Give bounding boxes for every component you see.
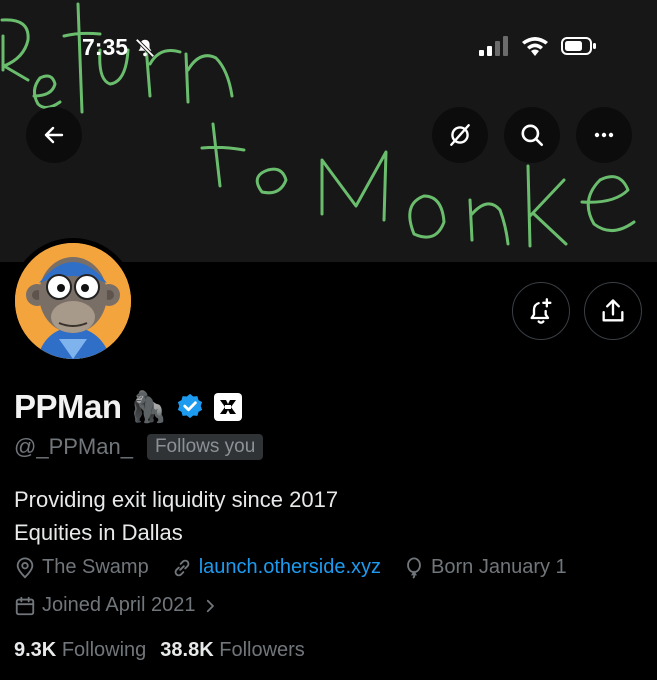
following-count: 9.3K: [14, 639, 57, 661]
location-text: The Swamp: [42, 556, 149, 578]
share-icon: [602, 299, 624, 322]
search-icon: [521, 124, 544, 147]
balloon-icon: [407, 556, 421, 579]
profile-name-row: PPMan 🦍: [14, 388, 243, 426]
battery-icon: [561, 37, 596, 55]
status-indicators: [479, 36, 597, 56]
joined-item[interactable]: Joined April 2021: [14, 594, 219, 617]
joined-text: Joined April 2021: [42, 594, 196, 616]
following-stat[interactable]: 9.3K Following: [14, 639, 146, 662]
follow-stats: 9.3K Following 38.8K Followers: [14, 639, 305, 662]
followers-count: 38.8K: [160, 639, 214, 661]
birthday-text: Born January 1: [431, 556, 567, 578]
display-name: PPMan: [14, 388, 122, 425]
link-icon: [174, 559, 190, 576]
following-label: Following: [61, 639, 147, 661]
bio-line: Providing exit liquidity since 2017: [14, 487, 339, 512]
more-button[interactable]: [576, 107, 632, 163]
wifi-icon: [522, 37, 548, 56]
chevron-right-icon: [207, 599, 215, 612]
location-item: The Swamp: [14, 556, 149, 579]
share-button[interactable]: [584, 282, 642, 340]
location-icon: [16, 557, 34, 578]
back-button[interactable]: [26, 107, 82, 163]
signal-icon: [479, 36, 508, 56]
followers-label: Followers: [219, 639, 305, 661]
silent-bell-icon: [135, 37, 155, 58]
avatar[interactable]: [10, 238, 136, 364]
followers-stat[interactable]: 38.8K Followers: [160, 639, 305, 662]
birthday-item: Born January 1: [403, 556, 567, 579]
back-arrow-icon: [44, 126, 64, 144]
website-item[interactable]: launch.otherside.xyz: [171, 556, 381, 579]
affiliate-icon[interactable]: [213, 392, 243, 422]
bio: Providing exit liquidity since 2017 Equi…: [14, 483, 338, 549]
notification-button[interactable]: [512, 282, 570, 340]
website-link[interactable]: launch.otherside.xyz: [199, 556, 381, 579]
search-button[interactable]: [504, 107, 560, 163]
grok-icon: [450, 124, 470, 146]
grok-button[interactable]: [432, 107, 488, 163]
calendar-icon: [15, 596, 35, 615]
more-icon: [594, 132, 614, 138]
gorilla-emoji: 🦍: [129, 390, 167, 424]
profile-banner[interactable]: 7:35: [0, 0, 657, 262]
handle: @_PPMan_: [14, 434, 133, 459]
follows-you-badge: Follows you: [146, 434, 264, 460]
avatar-image: [15, 243, 131, 359]
profile-meta-row: The Swamp launch.otherside.xyz Born Janu…: [14, 556, 589, 579]
notification-bell-icon: [530, 298, 552, 324]
status-time: 7:35: [82, 34, 156, 61]
bio-line: Equities in Dallas: [14, 520, 183, 545]
joined-row[interactable]: Joined April 2021: [14, 594, 241, 617]
handle-row: @_PPMan_ Follows you: [14, 434, 264, 460]
verified-badge-icon[interactable]: [175, 392, 205, 422]
